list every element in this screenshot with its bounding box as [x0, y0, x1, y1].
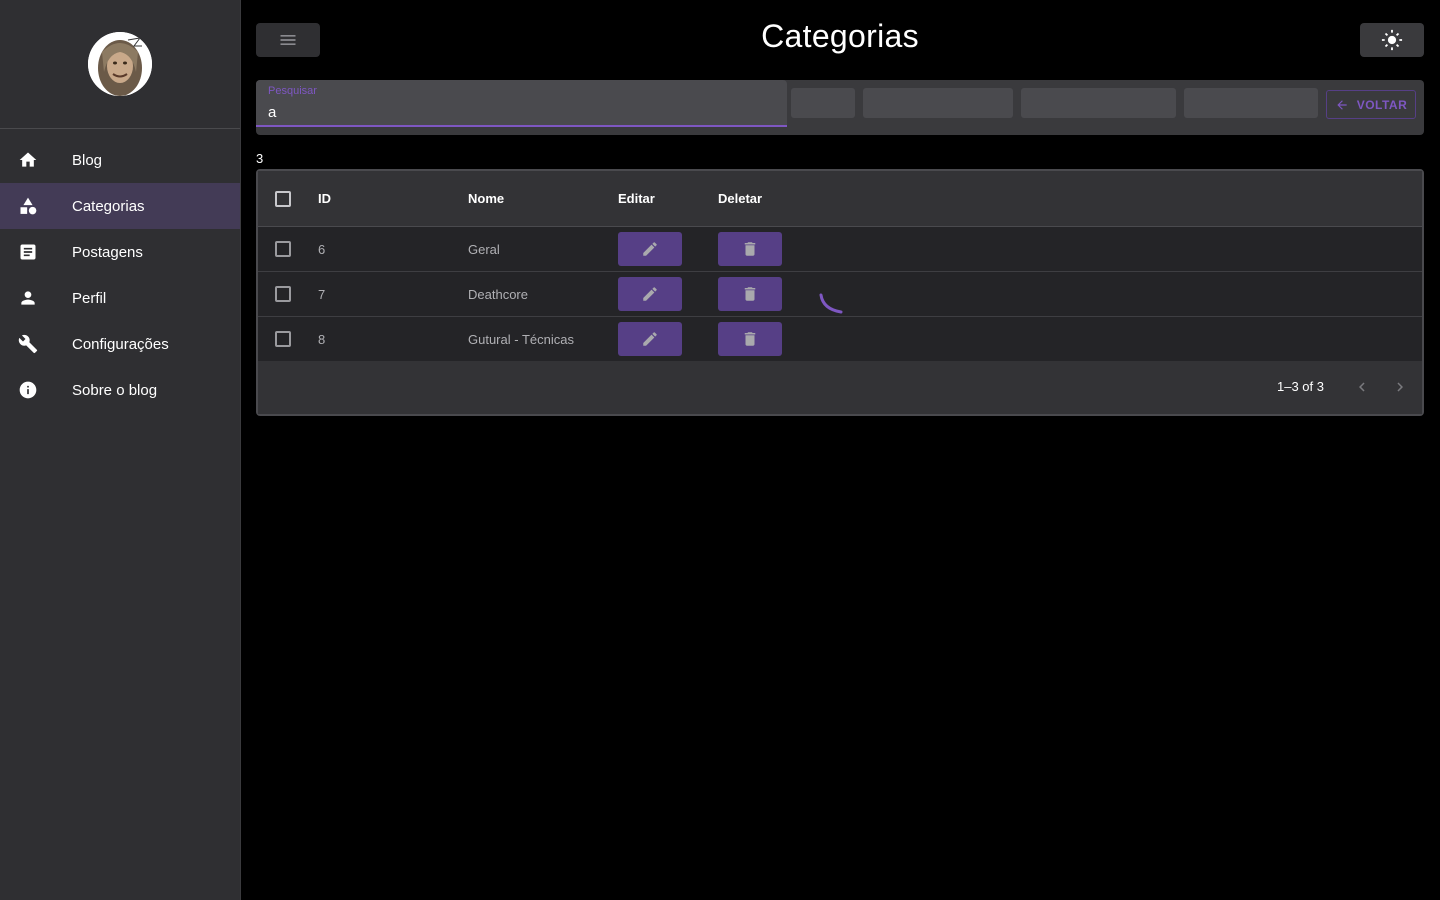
row-checkbox[interactable]	[275, 241, 291, 257]
sidebar-item-label: Sobre o blog	[72, 381, 158, 399]
sidebar-item-label: Postagens	[72, 243, 143, 261]
sidebar-item-blog[interactable]: Blog	[0, 137, 240, 183]
edit-button[interactable]	[618, 232, 682, 266]
toolbar-placeholder-4	[1184, 88, 1318, 118]
sidebar-nav: Blog Categorias Postagens Perfil Configu…	[0, 129, 240, 413]
toolbar-placeholder-1	[791, 88, 855, 118]
edit-cell	[618, 317, 682, 361]
delete-button[interactable]	[718, 277, 782, 311]
table-row[interactable]: 6 Geral	[258, 227, 1422, 272]
toolbar-placeholder-2	[863, 88, 1013, 118]
back-button[interactable]: VOLTAR	[1326, 90, 1416, 119]
row-id: 7	[318, 286, 326, 302]
trash-icon	[744, 287, 756, 301]
column-header-edit[interactable]: Editar	[618, 171, 655, 226]
info-icon	[17, 379, 39, 401]
page-title: Categorias	[761, 18, 919, 54]
edit-cell	[618, 272, 682, 316]
delete-button[interactable]	[718, 232, 782, 266]
row-checkbox[interactable]	[275, 286, 291, 302]
row-select-cell	[275, 317, 291, 361]
delete-button[interactable]	[718, 322, 782, 356]
sidebar-item-postagens[interactable]: Postagens	[0, 229, 240, 275]
avatar[interactable]	[88, 32, 152, 96]
pagination-info: 1–3 of 3	[1277, 379, 1324, 394]
edit-button[interactable]	[618, 322, 682, 356]
back-button-label: VOLTAR	[1356, 97, 1408, 112]
avatar-image	[88, 32, 152, 96]
trash-icon	[744, 242, 756, 256]
sidebar-item-label: Categorias	[72, 197, 145, 215]
select-all-cell	[275, 171, 291, 226]
column-header-id[interactable]: ID	[318, 171, 331, 226]
menu-toggle-button[interactable]	[256, 23, 320, 57]
table-toolbar: Pesquisar a VOLTAR	[256, 80, 1424, 135]
theme-toggle-button[interactable]	[1360, 23, 1424, 57]
sidebar-item-configuracoes[interactable]: Configurações	[0, 321, 240, 367]
chevron-left-icon	[1359, 382, 1365, 392]
row-select-cell	[275, 227, 291, 271]
delete-cell	[718, 272, 782, 316]
column-header-delete[interactable]: Deletar	[718, 171, 762, 226]
row-name: Gutural - Técnicas	[468, 331, 574, 347]
person-icon	[17, 287, 39, 309]
arrow-left-icon	[1337, 99, 1347, 110]
table-row[interactable]: 8 Gutural - Técnicas	[258, 317, 1422, 362]
search-value[interactable]: a	[268, 104, 276, 121]
search-input[interactable]: Pesquisar a	[256, 80, 787, 127]
loading-spinner-icon	[819, 293, 843, 314]
pencil-icon	[643, 287, 657, 301]
result-count: 3	[256, 151, 264, 166]
search-label: Pesquisar	[268, 85, 317, 97]
previous-page-button[interactable]	[1352, 377, 1372, 397]
article-icon	[17, 241, 39, 263]
row-select-cell	[275, 272, 291, 316]
pencil-icon	[643, 332, 657, 346]
row-checkbox[interactable]	[275, 331, 291, 347]
sidebar-item-sobre[interactable]: Sobre o blog	[0, 367, 240, 413]
trash-icon	[744, 332, 756, 346]
sidebar-item-label: Configurações	[72, 335, 169, 353]
delete-cell	[718, 317, 782, 361]
table-footer: 1–3 of 3	[258, 361, 1422, 414]
row-name: Geral	[468, 241, 500, 257]
toolbar-placeholder-3	[1021, 88, 1176, 118]
sidebar-item-perfil[interactable]: Perfil	[0, 275, 240, 321]
category-icon	[17, 195, 39, 217]
avatar-section	[0, 0, 240, 129]
wrench-icon	[17, 333, 39, 355]
row-id: 8	[318, 331, 326, 347]
delete-cell	[718, 227, 782, 271]
hamburger-icon	[280, 35, 296, 45]
next-page-button[interactable]	[1390, 377, 1410, 397]
home-icon	[17, 149, 39, 171]
sidebar: Blog Categorias Postagens Perfil Configu…	[0, 0, 241, 900]
sun-icon	[1381, 29, 1403, 51]
edit-cell	[618, 227, 682, 271]
select-all-checkbox[interactable]	[275, 190, 291, 207]
row-id: 6	[318, 241, 326, 257]
table-header: ID Nome Editar Deletar	[258, 171, 1422, 227]
row-name: Deathcore	[468, 286, 528, 302]
chevron-right-icon	[1397, 382, 1403, 392]
sidebar-item-categorias[interactable]: Categorias	[0, 183, 240, 229]
sidebar-item-label: Perfil	[72, 289, 107, 307]
sidebar-item-label: Blog	[72, 151, 103, 169]
pencil-icon	[643, 242, 657, 256]
column-header-name[interactable]: Nome	[468, 171, 504, 226]
edit-button[interactable]	[618, 277, 682, 311]
